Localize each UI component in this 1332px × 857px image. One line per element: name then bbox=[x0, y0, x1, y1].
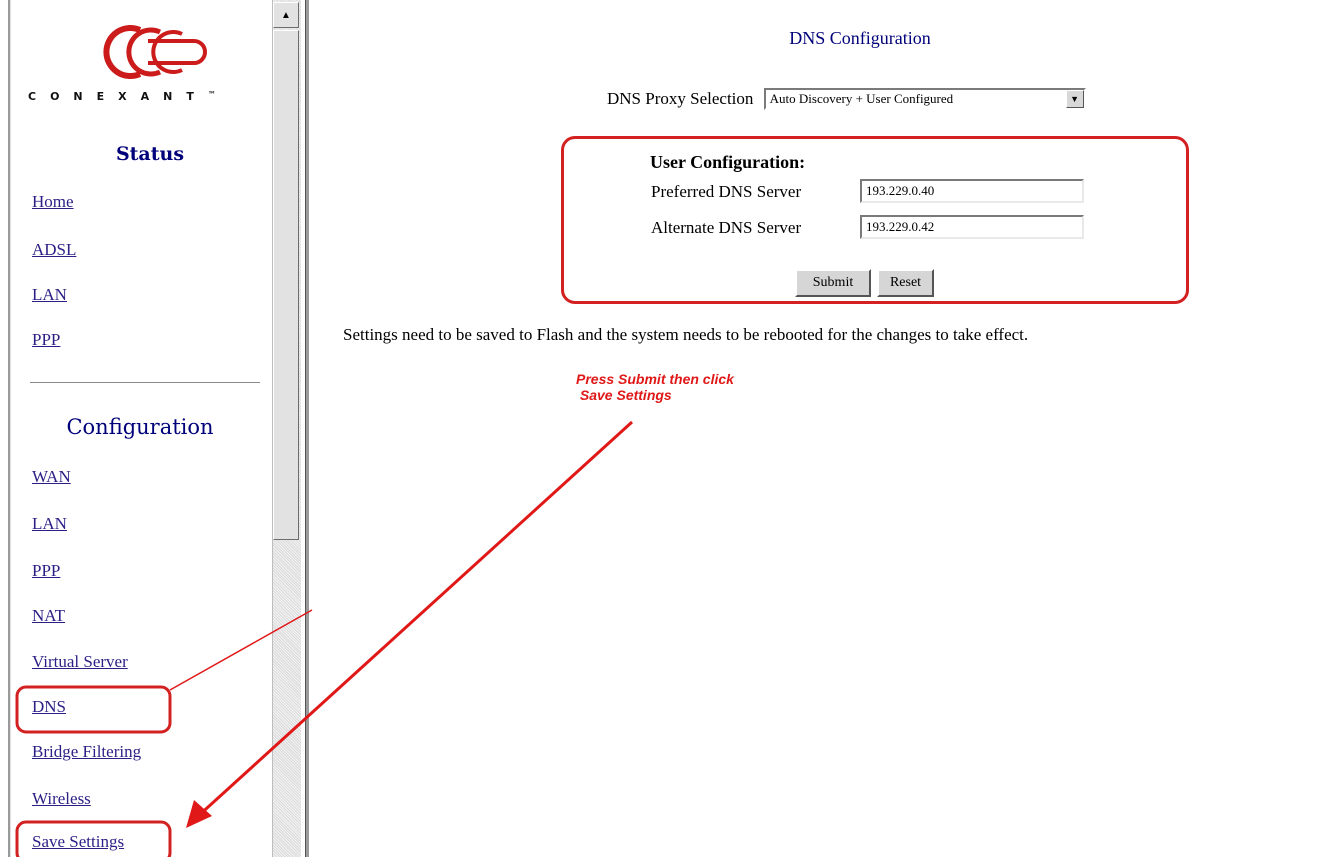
dns-proxy-label: DNS Proxy Selection bbox=[607, 89, 754, 109]
frame-splitter[interactable] bbox=[305, 0, 309, 857]
nav-config-ppp[interactable]: PPP bbox=[32, 561, 60, 581]
nav-config-virtual-server[interactable]: Virtual Server bbox=[32, 652, 128, 672]
dropdown-arrow-icon[interactable]: ▼ bbox=[1065, 90, 1084, 109]
frame-border bbox=[8, 0, 11, 857]
nav-config-bridge-filtering[interactable]: Bridge Filtering bbox=[32, 742, 141, 762]
preferred-dns-label: Preferred DNS Server bbox=[651, 182, 802, 201]
preferred-dns-input[interactable]: 193.229.0.40 bbox=[860, 179, 1084, 203]
status-section-title: Status bbox=[115, 143, 185, 165]
reset-button[interactable]: Reset bbox=[877, 269, 934, 297]
dns-proxy-selected-value: Auto Discovery + User Configured bbox=[769, 91, 954, 107]
save-reboot-note: Settings need to be saved to Flash and t… bbox=[343, 325, 1029, 344]
logo-trademark: ™ bbox=[207, 90, 216, 99]
nav-status-adsl[interactable]: ADSL bbox=[32, 240, 76, 260]
nav-config-wireless[interactable]: Wireless bbox=[32, 789, 91, 809]
conexant-logo: CONEXANT™ bbox=[28, 24, 278, 114]
nav-config-wan[interactable]: WAN bbox=[32, 467, 71, 487]
dns-proxy-select[interactable]: Auto Discovery + User Configured ▼ bbox=[763, 88, 1086, 111]
configuration-section-title: Configuration bbox=[66, 415, 214, 439]
nav-config-save-settings[interactable]: Save Settings bbox=[32, 832, 124, 852]
logo-wordmark: CONEXANT bbox=[28, 90, 208, 103]
triangle-up-icon: ▲ bbox=[281, 9, 291, 21]
instruction-annotation: Press Submit then click Save Settings bbox=[576, 371, 734, 403]
dns-proxy-row: DNS Proxy Selection Auto Discovery + Use… bbox=[607, 88, 1086, 111]
user-configuration-heading: User Configuration: bbox=[650, 152, 806, 172]
nav-config-dns[interactable]: DNS bbox=[32, 697, 66, 717]
submit-button[interactable]: Submit bbox=[795, 269, 871, 297]
nav-status-lan[interactable]: LAN bbox=[32, 285, 67, 305]
nav-config-nat[interactable]: NAT bbox=[32, 606, 65, 626]
alternate-dns-label: Alternate DNS Server bbox=[651, 218, 802, 237]
scroll-thumb[interactable] bbox=[273, 30, 299, 540]
scroll-up-button[interactable]: ▲ bbox=[273, 2, 299, 28]
nav-status-ppp[interactable]: PPP bbox=[32, 330, 60, 350]
nav-config-lan[interactable]: LAN bbox=[32, 514, 67, 534]
page-title: DNS Configuration bbox=[789, 28, 931, 48]
navigation-frame: CONEXANT™ Status Home ADSL LAN PPP Confi… bbox=[0, 0, 312, 857]
conexant-logo-icon bbox=[103, 25, 207, 79]
sidebar-scrollbar[interactable]: ▲ bbox=[272, 0, 301, 857]
sidebar-divider bbox=[30, 382, 260, 384]
nav-status-home[interactable]: Home bbox=[32, 192, 74, 212]
alternate-dns-input[interactable]: 193.229.0.42 bbox=[860, 215, 1084, 239]
